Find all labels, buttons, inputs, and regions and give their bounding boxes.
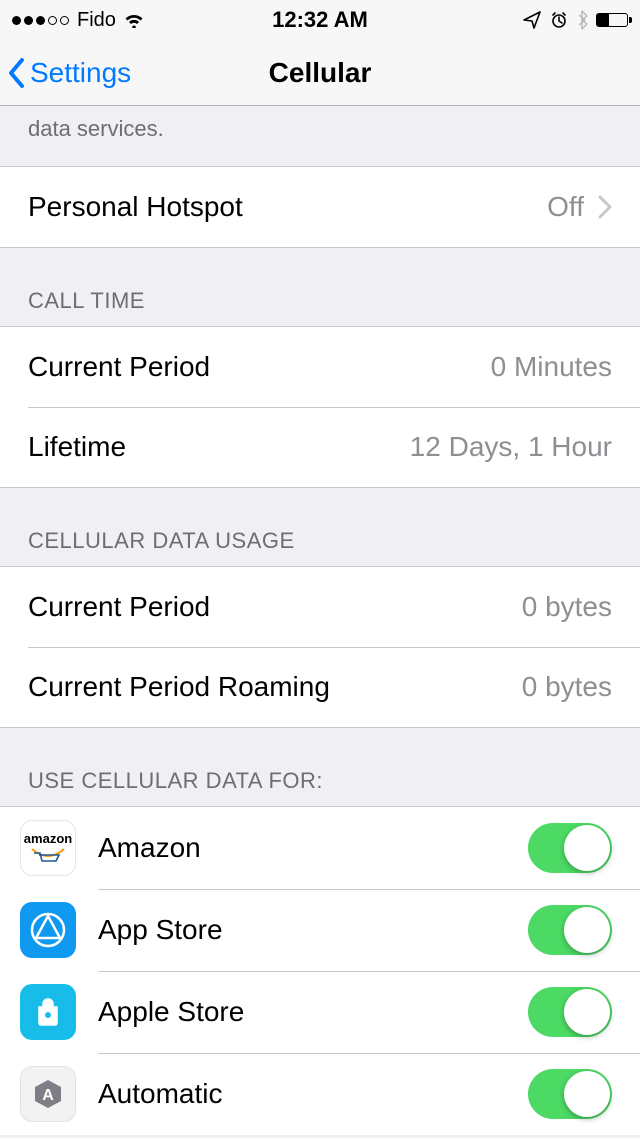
description-text: data services. [0, 106, 640, 166]
toggle-appstore[interactable] [528, 905, 612, 955]
appstore-icon [20, 902, 76, 958]
row-value: Off [547, 191, 612, 223]
row-value: 0 Minutes [491, 351, 612, 383]
app-label: App Store [98, 914, 528, 946]
hotspot-value: Off [547, 191, 584, 223]
svg-text:A: A [42, 1087, 54, 1104]
toggle-amazon[interactable] [528, 823, 612, 873]
group-apps: amazon Amazon App Store Apple Store A [0, 806, 640, 1135]
row-value: 12 Days, 1 Hour [410, 431, 612, 463]
page-title: Cellular [269, 57, 372, 89]
carrier-label: Fido [77, 9, 116, 32]
app-label: Automatic [98, 1078, 528, 1110]
row-label: Current Period [28, 351, 210, 383]
bluetooth-icon [576, 10, 588, 30]
app-row-automatic: A Automatic [0, 1053, 640, 1135]
row-label: Current Period [28, 591, 210, 623]
nav-bar: Settings Cellular [0, 40, 640, 106]
chevron-left-icon [8, 58, 26, 88]
section-header-apps: USE CELLULAR DATA FOR: [0, 728, 640, 806]
row-value: 0 bytes [522, 671, 612, 703]
row-current-period-data: Current Period 0 bytes [0, 567, 640, 647]
back-label: Settings [30, 57, 131, 89]
app-row-appstore: App Store [0, 889, 640, 971]
wifi-icon [124, 12, 144, 28]
toggle-automatic[interactable] [528, 1069, 612, 1119]
status-bar: Fido 12:32 AM [0, 0, 640, 40]
status-left: Fido [12, 9, 144, 32]
chevron-right-icon [598, 195, 612, 219]
section-header-data-usage: CELLULAR DATA USAGE [0, 488, 640, 566]
automatic-icon: A [20, 1066, 76, 1122]
section-header-call-time: CALL TIME [0, 248, 640, 326]
content[interactable]: data services. Personal Hotspot Off CALL… [0, 106, 640, 1138]
location-icon [522, 10, 542, 30]
row-value: 0 bytes [522, 591, 612, 623]
group-data-usage: Current Period 0 bytes Current Period Ro… [0, 566, 640, 728]
signal-strength-icon [12, 16, 69, 25]
status-time: 12:32 AM [272, 7, 368, 33]
app-row-applestore: Apple Store [0, 971, 640, 1053]
row-lifetime: Lifetime 12 Days, 1 Hour [0, 407, 640, 487]
app-label: Apple Store [98, 996, 528, 1028]
app-label: Amazon [98, 832, 528, 864]
row-label: Current Period Roaming [28, 671, 330, 703]
app-row-amazon: amazon Amazon [0, 807, 640, 889]
row-current-period-call: Current Period 0 Minutes [0, 327, 640, 407]
row-current-period-roaming: Current Period Roaming 0 bytes [0, 647, 640, 727]
group-call-time: Current Period 0 Minutes Lifetime 12 Day… [0, 326, 640, 488]
status-right [522, 10, 628, 30]
toggle-applestore[interactable] [528, 987, 612, 1037]
battery-icon [596, 13, 628, 27]
amazon-icon: amazon [20, 820, 76, 876]
row-personal-hotspot[interactable]: Personal Hotspot Off [0, 167, 640, 247]
row-label: Lifetime [28, 431, 126, 463]
alarm-icon [550, 11, 568, 29]
back-button[interactable]: Settings [8, 57, 131, 89]
group-hotspot: Personal Hotspot Off [0, 166, 640, 248]
row-label: Personal Hotspot [28, 191, 243, 223]
applestore-icon [20, 984, 76, 1040]
